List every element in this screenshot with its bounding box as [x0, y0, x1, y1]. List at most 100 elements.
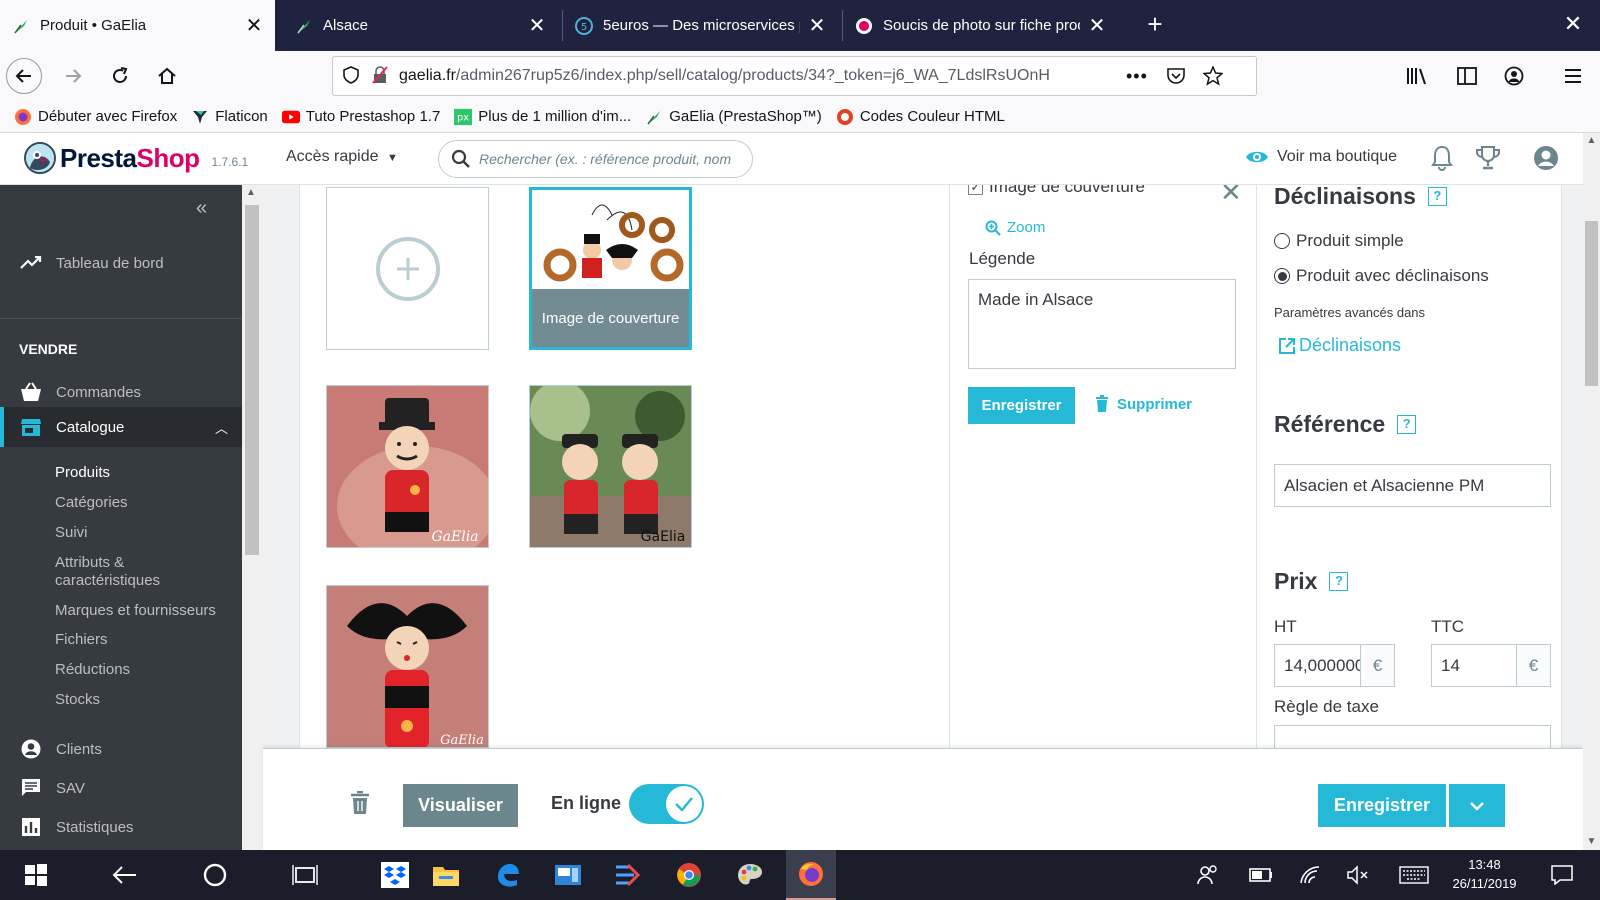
shield-icon[interactable]: [343, 65, 365, 87]
back-arrow-icon[interactable]: [99, 850, 149, 900]
window-close-button[interactable]: ✕: [1558, 9, 1588, 39]
sidebar-item-orders[interactable]: Commandes: [0, 372, 242, 412]
wifi-icon[interactable]: [1285, 850, 1335, 900]
sidebar-item-dashboard[interactable]: Tableau de bord: [0, 243, 242, 283]
sidebar-item-stats[interactable]: Statistiques: [0, 807, 242, 847]
tab-produit-gaelia[interactable]: Produit • GaElia ✕: [0, 0, 275, 51]
sidebar-item-catalog[interactable]: Catalogue ︿: [0, 407, 242, 447]
delete-product-button[interactable]: [348, 789, 372, 817]
online-toggle[interactable]: [629, 784, 704, 824]
collapse-sidebar-icon[interactable]: «: [196, 197, 207, 220]
tab-soucis-photo[interactable]: Soucis de photo sur fiche proc ✕: [843, 0, 1118, 51]
sidebar-item-sav[interactable]: SAV: [0, 768, 242, 808]
bookmark-pixabay[interactable]: px Plus de 1 million d'im...: [454, 108, 631, 126]
keyboard-icon[interactable]: [1389, 850, 1439, 900]
reload-button[interactable]: [103, 59, 137, 93]
insecure-lock-icon[interactable]: [371, 65, 393, 87]
chrome-icon[interactable]: [664, 850, 714, 900]
save-product-button[interactable]: Enregistrer: [1318, 784, 1446, 827]
page-scrollbar[interactable]: ▲ ▼: [1583, 133, 1600, 850]
legend-textarea[interactable]: Made in Alsace: [968, 279, 1236, 369]
save-image-button[interactable]: Enregistrer: [968, 387, 1075, 424]
file-explorer-icon[interactable]: [421, 850, 471, 900]
tax-rule-select[interactable]: [1274, 725, 1551, 748]
media-app-icon[interactable]: [603, 850, 653, 900]
edge-browser-icon[interactable]: [483, 850, 533, 900]
tab-5euros[interactable]: 5 5euros — Des microservices p ✕: [563, 0, 838, 51]
product-image-thumbnail[interactable]: GaElia: [529, 385, 692, 548]
dropbox-icon[interactable]: [370, 850, 420, 900]
search-input[interactable]: Rechercher (ex. : référence produit, nom: [438, 140, 753, 178]
task-view-icon[interactable]: [280, 850, 330, 900]
prestashop-logo[interactable]: PrestaShop 1.7.6.1: [24, 142, 248, 174]
sidebar-scrollbar[interactable]: ▲: [242, 185, 263, 850]
people-icon[interactable]: [1183, 850, 1233, 900]
help-icon[interactable]: ?: [1329, 572, 1349, 591]
variations-link[interactable]: Déclinaisons: [1278, 335, 1401, 356]
battery-icon[interactable]: [1236, 850, 1286, 900]
speaker-muted-icon[interactable]: [1333, 850, 1383, 900]
close-icon[interactable]: ✕: [528, 13, 546, 38]
price-ht-value[interactable]: 14,000000: [1275, 645, 1360, 686]
quick-access-dropdown[interactable]: Accès rapide ▼: [286, 148, 398, 166]
trophy-icon[interactable]: [1475, 145, 1501, 174]
product-image-thumbnail[interactable]: GaElia: [326, 585, 489, 748]
sidebar-subitem-products[interactable]: Produits: [55, 464, 110, 482]
menu-button[interactable]: [1556, 59, 1590, 93]
help-icon[interactable]: ?: [1427, 187, 1447, 206]
back-button[interactable]: [6, 58, 42, 94]
price-ht-input[interactable]: 14,000000 €: [1274, 644, 1395, 687]
notifications-bell-icon[interactable]: [1431, 145, 1453, 174]
sidebar-subitem-attributes[interactable]: Attributs & caractéristiques: [55, 554, 160, 590]
system-clock[interactable]: 13:48 26/11/2019: [1437, 855, 1532, 893]
tab-alsace[interactable]: Alsace ✕: [283, 0, 558, 51]
cover-image-checkbox[interactable]: ✓ Image de couverture: [968, 185, 1145, 197]
star-icon[interactable]: [1202, 65, 1224, 89]
sidebar-toggle-button[interactable]: [1450, 59, 1484, 93]
zoom-link[interactable]: Zoom: [985, 219, 1045, 236]
windows-start-icon[interactable]: [11, 850, 61, 900]
page-actions-icon[interactable]: •••: [1126, 66, 1148, 87]
radio-with-variations[interactable]: Produit avec déclinaisons: [1274, 266, 1489, 286]
bookmark-firefox[interactable]: Débuter avec Firefox: [14, 108, 177, 126]
bookmark-gaelia[interactable]: GaElia (PrestaShop™): [645, 108, 822, 126]
sidebar-subitem-stocks[interactable]: Stocks: [55, 691, 100, 709]
url-bar[interactable]: gaelia.fr/admin267rup5z6/index.php/sell/…: [332, 56, 1257, 96]
pocket-icon[interactable]: [1166, 67, 1186, 88]
preview-button[interactable]: Visualiser: [403, 784, 518, 827]
price-ttc-value[interactable]: 14: [1432, 645, 1516, 686]
radio-button[interactable]: [1274, 233, 1290, 249]
bookmark-flaticon[interactable]: Flaticon: [191, 108, 268, 126]
product-image-cover[interactable]: Image de couverture: [529, 187, 692, 350]
cortana-circle-icon[interactable]: [190, 850, 240, 900]
close-icon[interactable]: ✕: [245, 13, 263, 38]
radio-simple-product[interactable]: Produit simple: [1274, 231, 1404, 251]
view-shop-link[interactable]: Voir ma boutique: [1245, 148, 1397, 166]
action-center-icon[interactable]: [1537, 850, 1587, 900]
close-icon[interactable]: ✕: [1088, 13, 1106, 38]
add-image-dropzone[interactable]: [326, 187, 489, 350]
user-avatar-icon[interactable]: [1533, 145, 1559, 174]
sidebar-item-customers[interactable]: Clients: [0, 729, 242, 769]
firefox-taskbar-icon[interactable]: [786, 850, 836, 900]
account-button[interactable]: [1497, 59, 1531, 93]
close-icon[interactable]: ✕: [808, 13, 826, 38]
url-text[interactable]: gaelia.fr/admin267rup5z6/index.php/sell/…: [399, 67, 1099, 85]
save-options-dropdown[interactable]: [1449, 784, 1505, 827]
bookmark-codes-couleur[interactable]: Codes Couleur HTML: [836, 108, 1005, 126]
delete-image-button[interactable]: Supprimer: [1095, 395, 1192, 413]
library-button[interactable]: [1400, 59, 1434, 93]
help-icon[interactable]: ?: [1397, 415, 1417, 434]
product-image-thumbnail[interactable]: GaElia: [326, 385, 489, 548]
home-button[interactable]: [150, 59, 184, 93]
forward-button[interactable]: [56, 59, 90, 93]
reference-input[interactable]: Alsacien et Alsacienne PM: [1274, 464, 1551, 507]
radio-button-selected[interactable]: [1274, 268, 1290, 284]
sidebar-subitem-brands[interactable]: Marques et fournisseurs: [55, 602, 216, 620]
paint-palette-icon[interactable]: [725, 850, 775, 900]
bookmark-tuto-prestashop[interactable]: Tuto Prestashop 1.7: [281, 108, 440, 126]
price-ttc-input[interactable]: 14 €: [1431, 644, 1551, 687]
sidebar-subitem-categories[interactable]: Catégories: [55, 494, 128, 512]
sidebar-subitem-discounts[interactable]: Réductions: [55, 661, 130, 679]
sidebar-subitem-tracking[interactable]: Suivi: [55, 524, 88, 542]
